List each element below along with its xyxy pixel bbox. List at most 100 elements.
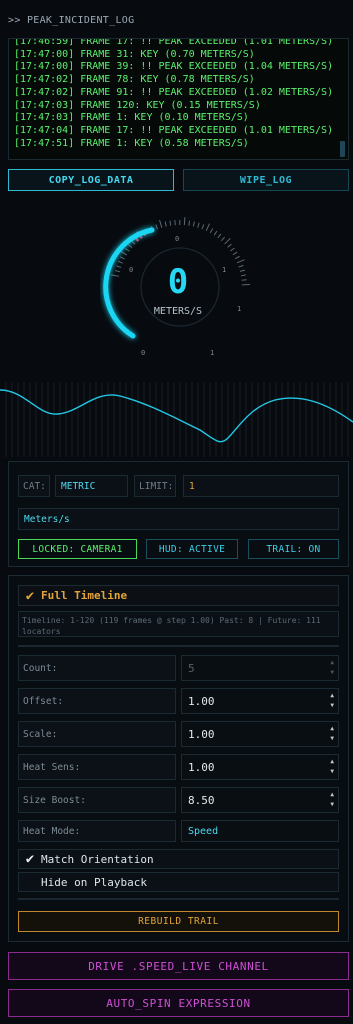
gauge-tick xyxy=(127,244,133,249)
timeline-info: Timeline: 1-120 (119 frames @ step 1.00)… xyxy=(18,611,339,637)
stepper-arrows-icon[interactable]: ▲ ▼ xyxy=(330,757,334,777)
log-line: [17:47:51] FRAME 1: KEY (0.58 METERS/S) xyxy=(14,137,249,149)
drive-speed-channel-button[interactable]: DRIVE .SPEED_LIVE CHANNEL xyxy=(8,952,349,980)
gauge-tick-label: 1 xyxy=(237,305,242,313)
gauge-tick xyxy=(197,222,200,228)
full-timeline-label: Full Timeline xyxy=(41,589,128,602)
gauge-tick xyxy=(238,264,244,268)
gauge-tick xyxy=(110,274,120,277)
hud-status-badge: HUD: ACTIVE xyxy=(146,539,238,559)
cat-field[interactable]: METRIC xyxy=(55,475,128,497)
gauge-tick xyxy=(119,250,128,256)
log-line: [17:47:00] FRAME 39: !! PEAK EXCEEDED (1… xyxy=(14,61,334,73)
wipe-log-button[interactable]: WIPE_LOG xyxy=(183,169,349,191)
gauge-tick xyxy=(241,279,247,281)
log-line: [17:47:02] FRAME 78: KEY (0.78 METERS/S) xyxy=(14,74,255,86)
gauge-tick xyxy=(169,220,172,226)
gauge-tick xyxy=(217,233,222,239)
size-boost-value: 8.50 xyxy=(188,793,215,807)
gauge-unit: METERS/S xyxy=(153,306,203,317)
log-line: [17:47:04] FRAME 17: !! PEAK EXCEEDED (1… xyxy=(14,124,334,136)
gauge-tick xyxy=(209,228,214,234)
limit-field[interactable]: 1 xyxy=(183,475,339,497)
speed-curve-graph xyxy=(0,382,353,457)
heat-sens-value: 1.00 xyxy=(188,760,215,774)
heat-sens-field[interactable]: 1.00 ▲ ▼ xyxy=(181,754,339,780)
stepper-arrows-icon[interactable]: ▲ ▼ xyxy=(330,724,334,744)
full-timeline-toggle[interactable]: ✔ Full Timeline xyxy=(18,585,339,606)
hide-playback-checkbox[interactable]: Hide on Playback xyxy=(18,872,339,892)
gauge-tick xyxy=(124,247,130,252)
count-label: Count: xyxy=(18,655,176,681)
log-line: [17:47:02] FRAME 91: !! PEAK EXCEEDED (1… xyxy=(14,86,334,98)
gauge-tick-label: 1 xyxy=(222,266,227,274)
gauge-tick-label: 0 xyxy=(141,349,146,357)
gauge-tick xyxy=(213,230,218,236)
cat-label: CAT: xyxy=(18,475,50,497)
gauge-tick xyxy=(205,223,211,232)
gauge-tick xyxy=(188,220,191,226)
gauge-tick xyxy=(117,260,123,264)
unit-field[interactable]: Meters/s xyxy=(18,508,339,530)
gauge-tick xyxy=(227,243,232,248)
gauge-value: 0 xyxy=(167,262,189,302)
curve-grid xyxy=(5,382,349,457)
gauge-tick xyxy=(224,238,231,245)
offset-value: 1.00 xyxy=(188,694,215,708)
count-field[interactable]: 5 ▲ ▼ xyxy=(181,655,339,681)
copy-log-button[interactable]: COPY_LOG_DATA xyxy=(8,169,174,191)
gauge-tick xyxy=(183,217,186,226)
stepper-arrows-icon[interactable]: ▲ ▼ xyxy=(330,691,334,711)
limit-label: LIMIT: xyxy=(134,475,176,497)
match-orientation-label: Match Orientation xyxy=(41,852,154,866)
gauge-tick xyxy=(164,221,167,227)
gauge-tick xyxy=(192,221,195,227)
gauge-tick-label: 1 xyxy=(210,349,215,357)
gauge-tick xyxy=(119,256,125,260)
gauge-tick xyxy=(236,259,245,264)
gauge-tick xyxy=(220,236,226,242)
gauge-tick xyxy=(230,247,235,252)
log-line: [17:47:03] FRAME 1: KEY (0.10 METERS/S) xyxy=(14,112,249,124)
gauge-tick xyxy=(159,219,163,228)
gauge-tick xyxy=(114,270,121,273)
incident-log-panel[interactable]: [17:46:59] FRAME 17: !! PEAK EXCEEDED (1… xyxy=(8,38,349,160)
gauge-tick xyxy=(201,224,205,230)
rebuild-trail-button[interactable]: REBUILD TRAIL xyxy=(18,911,339,932)
gauge-tick xyxy=(155,224,159,230)
log-line: [17:47:00] FRAME 31: KEY (0.70 METERS/S) xyxy=(14,48,255,60)
hide-playback-label: Hide on Playback xyxy=(41,875,147,889)
heat-mode-select[interactable]: Speed xyxy=(181,820,339,842)
gauge-tick xyxy=(131,240,136,245)
gauge-tick xyxy=(240,274,246,277)
gauge-tick-label: 0 xyxy=(175,235,180,243)
scale-label: Scale: xyxy=(18,721,176,747)
log-scrollbar[interactable] xyxy=(340,141,345,157)
scale-value: 1.00 xyxy=(188,727,215,741)
check-icon: ✔ xyxy=(25,851,35,867)
gauge-arc xyxy=(103,227,155,339)
scale-field[interactable]: 1.00 ▲ ▼ xyxy=(181,721,339,747)
divider xyxy=(18,898,339,900)
stepper-arrows-icon[interactable]: ▲ ▼ xyxy=(330,790,334,810)
trail-status-badge: TRAIL: ON xyxy=(248,539,339,559)
auto-spin-expression-button[interactable]: AUTO_SPIN EXPRESSION xyxy=(8,989,349,1017)
stepper-arrows-icon[interactable]: ▲ ▼ xyxy=(330,658,334,678)
heat-sens-label: Heat Sens: xyxy=(18,754,176,780)
gauge-tick xyxy=(234,255,240,260)
offset-label: Offset: xyxy=(18,688,176,714)
size-boost-field[interactable]: 8.50 ▲ ▼ xyxy=(181,787,339,813)
offset-field[interactable]: 1.00 ▲ ▼ xyxy=(181,688,339,714)
match-orientation-checkbox[interactable]: ✔ Match Orientation xyxy=(18,849,339,869)
divider xyxy=(18,645,339,647)
gauge-tick-label: 0 xyxy=(129,266,134,274)
size-boost-label: Size Boost: xyxy=(18,787,176,813)
heat-mode-label: Heat Mode: xyxy=(18,820,176,842)
locked-camera-badge: LOCKED: CAMERA1 xyxy=(18,539,137,559)
gauge-tick xyxy=(239,269,245,272)
count-value: 5 xyxy=(188,661,195,675)
gauge-tick xyxy=(116,265,122,268)
gauge-tick xyxy=(232,251,238,256)
log-line: [17:47:03] FRAME 120: KEY (0.15 METERS/S… xyxy=(14,99,261,111)
log-header-title: >> PEAK_INCIDENT_LOG xyxy=(8,15,135,26)
